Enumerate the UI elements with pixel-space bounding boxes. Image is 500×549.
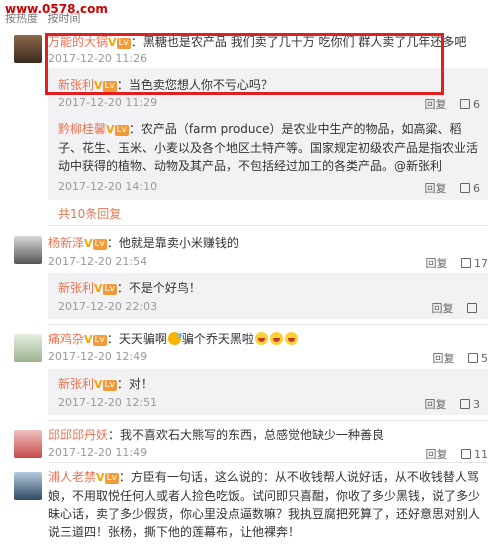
sort-hot[interactable]: 按热度 <box>5 12 38 25</box>
thumb-up-icon <box>461 258 471 268</box>
laugh-emoji-icon <box>254 332 268 345</box>
level-icon: Lv <box>92 335 107 346</box>
reply-actions: 回复 3 <box>415 396 481 412</box>
reply-text: 新张利V Lv ：对！ <box>58 375 480 394</box>
like-button[interactable]: 17 <box>461 257 488 270</box>
username[interactable]: 黔柳桂馨 <box>58 122 106 136</box>
reply-actions: 回复 6 <box>415 96 481 112</box>
reply-button[interactable]: 回复 <box>425 398 447 411</box>
divider <box>48 225 488 226</box>
divider <box>48 324 488 325</box>
verified-icon: V <box>84 237 93 250</box>
reply-actions: 回复 <box>422 300 481 316</box>
comment-body: ：他就是靠卖小米赚钱的 <box>106 236 239 250</box>
username[interactable]: 痛鸡杂 <box>48 332 84 346</box>
thumb-up-icon <box>460 399 470 409</box>
like-count: 3 <box>473 398 480 411</box>
avatar[interactable] <box>14 430 42 458</box>
comment-text: 痛鸡杂V Lv ：天天骗啊 骗个乔天黑啦 <box>48 330 488 349</box>
timestamp: 2017-12-20 12:49 <box>48 350 148 363</box>
reply-2: 黔柳桂馨V Lv ：农产品（farm produce）是农业中生产的物品，如高粱、稻… <box>58 120 480 200</box>
like-button[interactable]: 6 <box>460 98 480 111</box>
reply-button[interactable]: 回复 <box>426 448 448 461</box>
sort-time[interactable]: 按时间 <box>48 12 81 25</box>
sort-bar: 按热度 按时间 <box>5 10 87 26</box>
sweat-emoji-icon <box>167 332 182 345</box>
reply-button[interactable]: 回复 <box>425 98 447 111</box>
reply-text: 黔柳桂馨V Lv ：农产品（farm produce）是农业中生产的物品，如高粱、稻… <box>58 120 480 175</box>
like-count: 6 <box>473 98 480 111</box>
reply-body: ：对！ <box>116 377 153 391</box>
reply-button[interactable]: 回复 <box>425 182 447 195</box>
highlight-box <box>45 33 444 95</box>
thumb-up-icon <box>468 353 478 363</box>
username[interactable]: 杨新泽 <box>48 236 84 250</box>
like-count: 17 <box>474 257 488 270</box>
more-replies-link[interactable]: 共10条回复 <box>58 205 121 222</box>
like-count: 6 <box>473 182 480 195</box>
comment-actions: 回复 17 <box>416 255 489 271</box>
thumb-up-icon <box>460 183 470 193</box>
reply-button[interactable]: 回复 <box>426 257 448 270</box>
reply-button[interactable]: 回复 <box>433 352 455 365</box>
avatar[interactable] <box>14 35 42 63</box>
comment-body-2: 骗个乔天黑啦 <box>181 332 254 346</box>
thumb-up-icon <box>460 99 470 109</box>
comment-body: ：天天骗啊 <box>106 332 167 346</box>
level-icon: Lv <box>102 284 117 295</box>
timestamp: 2017-12-20 12:51 <box>58 396 158 409</box>
avatar[interactable] <box>14 472 42 500</box>
verified-icon: V <box>84 333 93 346</box>
reply-body: ：不是个好鸟！ <box>116 281 201 295</box>
comment-text: 杨新泽V Lv ：他就是靠卖小米赚钱的 <box>48 234 488 253</box>
verified-icon: V <box>106 123 115 136</box>
username[interactable]: 浦人老禁 <box>48 470 96 484</box>
timestamp: 2017-12-20 14:10 <box>58 180 158 193</box>
reply-thread: 新张利V Lv ：对！ 2017-12-20 12:51 回复 3 <box>48 369 488 415</box>
avatar[interactable] <box>14 236 42 264</box>
like-button[interactable]: 6 <box>460 182 480 195</box>
timestamp: 2017-12-20 21:54 <box>48 255 148 268</box>
divider <box>48 420 488 421</box>
verified-icon: V <box>94 282 103 295</box>
like-button[interactable]: 5 <box>468 352 488 365</box>
like-count: 5 <box>481 352 488 365</box>
comment-actions: 回复 5 <box>423 350 489 366</box>
level-icon: Lv <box>104 473 119 484</box>
username[interactable]: 邱邱邱丹妖 <box>48 428 108 442</box>
username[interactable]: 新张利 <box>58 377 94 391</box>
avatar[interactable] <box>14 334 42 362</box>
laugh-emoji-icon <box>269 332 283 345</box>
comment-text: 邱邱邱丹妖：我不喜欢石大熊写的东西，总感觉他缺少一种善良 <box>48 426 488 444</box>
verified-icon: V <box>96 471 105 484</box>
laugh-emoji-icon <box>284 332 298 345</box>
level-icon: Lv <box>102 380 117 391</box>
level-icon: Lv <box>92 239 107 250</box>
comment-actions: 回复 11 <box>416 446 489 462</box>
reply-actions: 回复 6 <box>415 180 481 196</box>
level-icon: Lv <box>114 125 129 136</box>
like-count: 11 <box>474 448 488 461</box>
comment-body: ：我不喜欢石大熊写的东西，总感觉他缺少一种善良 <box>108 428 385 442</box>
like-button[interactable]: 3 <box>460 398 480 411</box>
like-button[interactable]: 11 <box>461 448 488 461</box>
comment-text: 浦人老禁V Lv ：方臣有一句话，这么说的：从不收钱帮人说好话，从不收钱替人骂娘，不… <box>48 468 488 541</box>
timestamp: 2017-12-20 11:29 <box>58 96 158 109</box>
divider <box>48 462 488 463</box>
username[interactable]: 新张利 <box>58 281 94 295</box>
timestamp: 2017-12-20 11:49 <box>48 446 148 459</box>
thumb-up-icon <box>461 449 471 459</box>
reply-thread: 新张利V Lv ：不是个好鸟！ 2017-12-20 22:03 回复 <box>48 273 488 319</box>
reply-text: 新张利V Lv ：不是个好鸟！ <box>58 279 480 298</box>
verified-icon: V <box>94 378 103 391</box>
thumb-up-icon <box>467 303 477 313</box>
like-button[interactable] <box>467 302 480 315</box>
reply-button[interactable]: 回复 <box>432 302 454 315</box>
timestamp: 2017-12-20 22:03 <box>58 300 158 313</box>
